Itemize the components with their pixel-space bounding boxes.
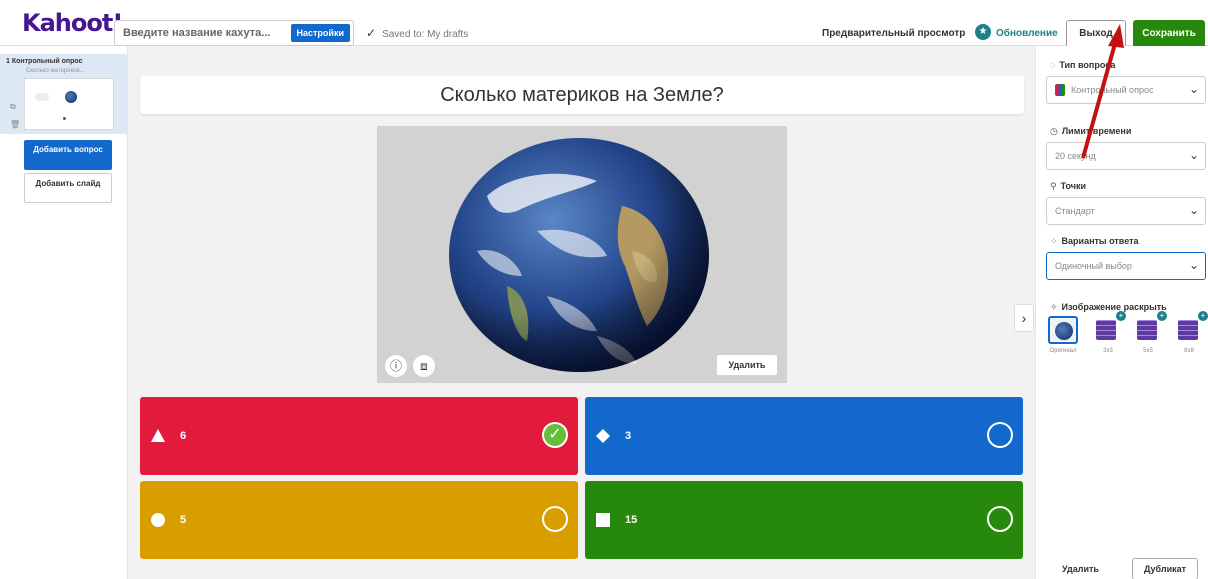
info-icon[interactable]: ⓘ [385, 355, 407, 377]
kahoot-logo[interactable]: Kahoot! [22, 9, 123, 37]
answer-options-select[interactable]: Одиночный выбор ⌄ [1046, 252, 1206, 280]
duplicate-question-button[interactable]: Дубликат [1132, 558, 1198, 579]
reveal-original[interactable] [1048, 316, 1078, 344]
saved-status-text: Saved to: My drafts [382, 29, 469, 40]
plus-icon: + [1157, 311, 1167, 321]
slide-subtitle: Сколько материков... [26, 68, 85, 74]
grid-thumbnail [1096, 320, 1116, 340]
time-limit-select[interactable]: 20 секунд ⌄ [1046, 142, 1206, 170]
slide-preview [24, 78, 114, 130]
correct-check-icon[interactable]: ✓ [542, 422, 568, 448]
circle-icon [151, 513, 165, 527]
answer-4[interactable]: 15 [585, 481, 1023, 559]
earth-image [449, 138, 709, 372]
delete-image-button[interactable]: Удалить [717, 355, 777, 375]
check-icon: ✓ [366, 26, 377, 40]
time-limit-value: 20 секунд [1055, 151, 1096, 161]
chevron-down-icon: ⌄ [1188, 148, 1199, 162]
preview-button[interactable]: Предварительный просмотр [822, 28, 965, 39]
kahoot-title-input[interactable]: Введите название кахута... Настройки [114, 20, 354, 46]
add-question-button[interactable]: Добавить вопрос [24, 140, 112, 170]
globe-thumbnail [1055, 322, 1073, 340]
answer-3[interactable]: 5 [140, 481, 578, 559]
answer-2[interactable]: 3 [585, 397, 1023, 475]
answer-2-text: 3 [625, 430, 632, 442]
add-slide-button[interactable]: Добавить слайд [24, 173, 112, 203]
reveal-caption: 5x5 [1143, 348, 1153, 354]
slide-title: 1 Контрольный опрос [6, 58, 83, 65]
answer-options-value: Одиночный выбор [1055, 261, 1132, 271]
answer-1-text: 6 [180, 430, 187, 442]
question-type-label: ◌ Тип вопроса [1050, 60, 1116, 70]
timer-badge [35, 93, 49, 101]
question-text: Сколько материков на Земле? [440, 84, 724, 106]
answer-dot [63, 117, 66, 120]
square-icon [596, 513, 610, 527]
top-bar: Kahoot! Введите название кахута... Настр… [0, 0, 1208, 48]
crop-icon[interactable]: ⧈ [413, 355, 435, 377]
globe-thumbnail [65, 91, 77, 103]
save-button[interactable]: Сохранить [1133, 20, 1205, 48]
image-reveal-label: ✧ Изображение раскрыть [1050, 302, 1167, 312]
time-limit-label: ◷ Лимит времени [1050, 126, 1132, 136]
question-input[interactable]: Сколько материков на Земле? [140, 76, 1024, 114]
settings-panel: ◌ Тип вопроса Контрольный опрос ⌄ ◷ Лимит … [1035, 46, 1208, 579]
correct-toggle-circle[interactable] [987, 506, 1013, 532]
update-icon[interactable]: ★ [975, 24, 991, 40]
plus-icon: + [1198, 311, 1208, 321]
panel-collapse-chevron-icon[interactable]: › [1014, 304, 1034, 332]
image-reveal-options: + + + Оригинал 3x3 5x5 8x8 [1046, 311, 1208, 366]
grid-thumbnail [1137, 320, 1157, 340]
correct-toggle-circle[interactable] [987, 422, 1013, 448]
points-label: ⚲ Точки [1050, 181, 1087, 191]
sparkle-icon: ✧ [1050, 302, 1058, 312]
reveal-8x8[interactable]: + [1174, 311, 1208, 344]
exit-button[interactable]: Выход [1066, 20, 1126, 48]
settings-button[interactable]: Настройки [290, 24, 350, 42]
delete-question-button[interactable]: Удалить [1062, 564, 1099, 574]
clock-icon: ◷ [1050, 126, 1058, 136]
points-select[interactable]: Стандарт ⌄ [1046, 197, 1206, 225]
answer-1[interactable]: 6 ✓ [140, 397, 578, 475]
points-value: Стандарт [1055, 206, 1095, 216]
question-image-area[interactable]: ⓘ ⧈ Удалить [377, 126, 787, 383]
chevron-down-icon: ⌄ [1188, 203, 1199, 217]
question-type-icon: ◌ [1050, 60, 1056, 70]
plus-icon: + [1116, 311, 1126, 321]
answer-options-label: ⁘ Варианты ответа [1050, 236, 1139, 246]
answer-4-text: 15 [625, 514, 638, 526]
grid-thumbnail [1178, 320, 1198, 340]
correct-toggle-circle[interactable] [542, 506, 568, 532]
trash-icon[interactable]: 🗑 [10, 120, 20, 129]
reveal-caption: Оригинал [1049, 348, 1077, 354]
question-type-value: Контрольный опрос [1071, 85, 1154, 95]
grid-icon: ⁘ [1050, 236, 1058, 246]
slide-thumbnail-1[interactable]: 1 Контрольный опрос Сколько материков...… [0, 54, 128, 134]
saved-status: ✓ Saved to: My drafts [366, 26, 468, 40]
triangle-icon [151, 429, 165, 442]
reveal-caption: 8x8 [1184, 348, 1194, 354]
duplicate-icon[interactable]: ⧉ [10, 102, 16, 112]
chevron-down-icon: ⌄ [1188, 82, 1199, 96]
slides-sidebar: 1 Контрольный опрос Сколько материков...… [0, 46, 128, 579]
kahoot-title-placeholder: Введите название кахута... [123, 27, 271, 39]
quiz-type-icon [1055, 84, 1065, 96]
question-type-select[interactable]: Контрольный опрос ⌄ [1046, 76, 1206, 104]
update-button[interactable]: Обновление [996, 28, 1058, 39]
diamond-icon [596, 429, 610, 443]
medal-icon: ⚲ [1050, 181, 1057, 191]
reveal-5x5[interactable]: + [1133, 311, 1167, 344]
chevron-down-icon: ⌄ [1188, 258, 1199, 272]
reveal-3x3[interactable]: + [1092, 311, 1126, 344]
reveal-caption: 3x3 [1103, 348, 1113, 354]
answer-3-text: 5 [180, 514, 187, 526]
